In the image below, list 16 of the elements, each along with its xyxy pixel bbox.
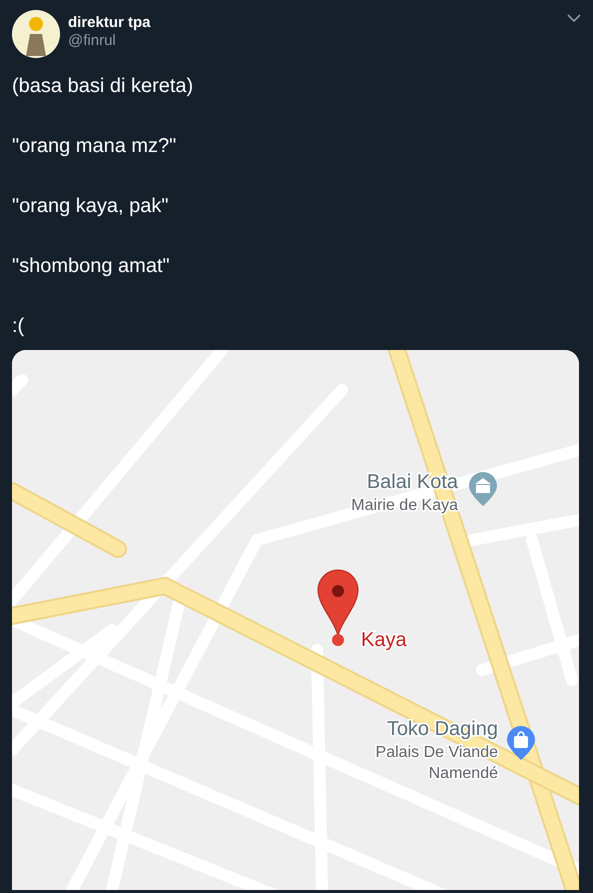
landmark-icon[interactable] <box>469 472 497 506</box>
map-label: Toko Daging <box>386 718 498 740</box>
author-handle: @finrul <box>68 32 117 50</box>
tweet-text: "orang kaya, pak" <box>12 194 170 218</box>
tweet-text: "orang mana mz?" <box>12 134 178 158</box>
avatar[interactable] <box>12 10 60 58</box>
tweet-text: :( <box>12 314 26 338</box>
map-label: Mairie de Kaya <box>351 497 458 514</box>
map-label: Namendé <box>428 765 498 782</box>
tweet-text: "shombong amat" <box>12 254 171 278</box>
map-label: Kaya <box>361 629 407 651</box>
tweet-text: (basa basi di kereta) <box>12 74 194 98</box>
shopping-bag-icon[interactable] <box>507 726 535 760</box>
chevron-down-icon[interactable] <box>567 14 581 23</box>
author-name[interactable]: direktur tpa <box>68 14 559 32</box>
map-pin-icon[interactable] <box>318 570 358 646</box>
